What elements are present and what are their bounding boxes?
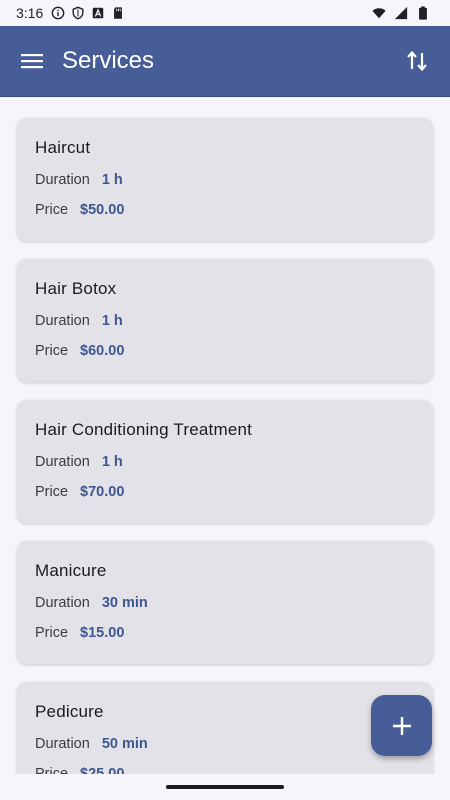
duration-label: Duration xyxy=(35,313,90,329)
status-right xyxy=(372,6,430,20)
service-name: Manicure xyxy=(35,561,107,580)
wifi-icon xyxy=(372,6,386,20)
sd-card-icon xyxy=(111,6,125,20)
service-name: Hair Botox xyxy=(35,279,117,298)
info-icon xyxy=(51,6,65,20)
price-value: $60.00 xyxy=(80,343,125,359)
duration-row: Duration 1 h xyxy=(35,172,415,188)
price-row: Price $15.00 xyxy=(35,625,415,641)
status-time: 3:16 xyxy=(16,5,44,21)
service-card[interactable]: Hair Conditioning Treatment Duration 1 h… xyxy=(17,400,433,523)
duration-value: 1 h xyxy=(101,313,123,329)
duration-value: 1 h xyxy=(101,172,123,188)
price-value: $50.00 xyxy=(80,202,125,218)
service-card[interactable]: Hair Botox Duration 1 h Price $60.00 xyxy=(17,259,433,382)
price-label: Price xyxy=(35,484,69,500)
status-left: 3:16 xyxy=(16,5,125,21)
plus-icon xyxy=(392,716,411,735)
add-service-button[interactable] xyxy=(371,695,432,756)
price-label: Price xyxy=(35,625,69,641)
price-row: Price $70.00 xyxy=(35,484,415,500)
price-row: Price $50.00 xyxy=(35,202,415,218)
service-name: Hair Conditioning Treatment xyxy=(35,420,253,439)
duration-value: 50 min xyxy=(101,736,148,752)
price-row: Price $25.00 xyxy=(35,766,415,774)
duration-label: Duration xyxy=(35,172,90,188)
duration-row: Duration 1 h xyxy=(35,313,415,329)
gesture-handle[interactable] xyxy=(166,785,284,789)
duration-label: Duration xyxy=(35,454,90,470)
price-label: Price xyxy=(35,766,69,774)
duration-label: Duration xyxy=(35,595,90,611)
a-square-icon xyxy=(91,6,105,20)
duration-label: Duration xyxy=(35,736,90,752)
duration-row: Duration 30 min xyxy=(35,595,415,611)
price-label: Price xyxy=(35,202,69,218)
duration-value: 30 min xyxy=(101,595,148,611)
shield-icon xyxy=(71,6,85,20)
duration-row: Duration 50 min xyxy=(35,736,415,752)
duration-row: Duration 1 h xyxy=(35,454,415,470)
duration-value: 1 h xyxy=(101,454,123,470)
service-card[interactable]: Manicure Duration 30 min Price $15.00 xyxy=(17,541,433,664)
swap-vert-icon[interactable] xyxy=(402,46,432,76)
services-list: Haircut Duration 1 h Price $50.00 Hair B… xyxy=(0,96,450,774)
service-name: Pedicure xyxy=(35,702,104,721)
service-name: Haircut xyxy=(35,138,91,157)
price-label: Price xyxy=(35,343,69,359)
battery-icon xyxy=(416,6,430,20)
page-title: Services xyxy=(62,47,155,74)
status-bar: 3:16 xyxy=(0,0,450,26)
price-value: $25.00 xyxy=(80,766,125,774)
app-bar: Services xyxy=(0,26,450,96)
service-card[interactable]: Haircut Duration 1 h Price $50.00 xyxy=(17,118,433,241)
price-row: Price $60.00 xyxy=(35,343,415,359)
price-value: $15.00 xyxy=(80,625,125,641)
price-value: $70.00 xyxy=(80,484,125,500)
signal-icon xyxy=(394,6,408,20)
hamburger-menu-icon[interactable] xyxy=(20,49,44,73)
